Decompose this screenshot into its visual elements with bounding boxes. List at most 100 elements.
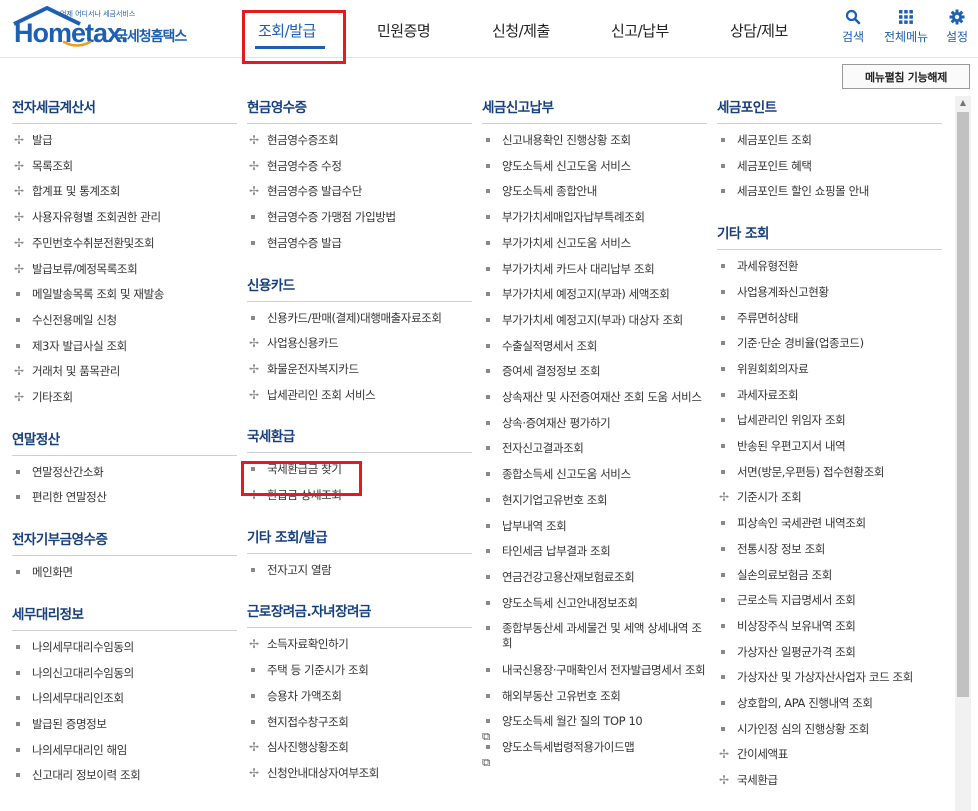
menu-item[interactable]: 주택 등 기준시가 조회 xyxy=(247,663,472,678)
gnb-tab-consult[interactable]: 상담/제보 xyxy=(730,20,788,41)
menu-item[interactable]: 기준·단순 경비율(업종코드) xyxy=(717,336,942,351)
menu-item[interactable]: 주류면허상태 xyxy=(717,311,942,326)
menu-item[interactable]: 신고대리 정보이력 조회 xyxy=(12,768,237,783)
scrollbar-thumb[interactable] xyxy=(957,112,969,697)
menu-item[interactable]: 종합부동산세 과세물건 및 세액 상세내역 조회 xyxy=(482,621,707,651)
menu-item[interactable]: 상속·증여재산 평가하기 xyxy=(482,416,707,431)
menu-item[interactable]: ✢ 화물운전자복지카드 xyxy=(247,362,472,377)
menu-item[interactable]: 부가가치세 카드사 대리납부 조회 xyxy=(482,262,707,277)
menu-expand-toggle-button[interactable]: 메뉴펼침 기능해제 xyxy=(842,64,970,89)
section-title[interactable]: 연말정산 xyxy=(12,428,237,456)
menu-item[interactable]: 나의세무대리인 해임 xyxy=(12,743,237,758)
menu-item[interactable]: 전자신고결과조회 xyxy=(482,441,707,456)
menu-item[interactable]: 반송된 우편고지서 내역 xyxy=(717,439,942,454)
menu-item[interactable]: ✢ 국세환급 xyxy=(717,773,942,788)
menu-item[interactable]: ✢ 사업용신용카드 xyxy=(247,336,472,351)
menu-item[interactable]: 피상속인 국세관련 내역조회 xyxy=(717,516,942,531)
menu-item[interactable]: 상속재산 및 사전증여재산 조회 도움 서비스 xyxy=(482,390,707,405)
menu-item[interactable]: 부가가치세 예정고지(부과) 세액조회 xyxy=(482,287,707,302)
menu-item[interactable]: ✢ 기타조회 xyxy=(12,390,237,405)
section-title[interactable]: 기타 조회 xyxy=(717,222,942,251)
menu-item[interactable]: 전자고지 열람 xyxy=(247,563,472,578)
menu-item[interactable]: 현지기업고유번호 조회 xyxy=(482,493,707,508)
section-title[interactable]: 신용카드 xyxy=(247,274,472,302)
menu-item[interactable]: ✢ 신청안내대상자여부조회 xyxy=(247,766,472,781)
section-title[interactable]: 근로장려금.자녀장려금 xyxy=(247,600,472,629)
menu-item[interactable]: 세금포인트 할인 쇼핑몰 안내 xyxy=(717,184,942,199)
section-title[interactable]: 국세환급 xyxy=(247,425,472,454)
menu-item[interactable]: ✢ 현금영수증 발급수단 xyxy=(247,184,472,199)
hometax-logo[interactable]: Hometax. 언제 어디서나 세금서비스 국세청홈택스 xyxy=(12,6,197,48)
section-title[interactable]: 세금포인트 xyxy=(717,96,942,124)
menu-item[interactable]: 현금영수증 발급 xyxy=(247,236,472,251)
menu-item[interactable]: 연금건강고용산재보험료조회 xyxy=(482,570,707,585)
settings-button[interactable]: 설정 xyxy=(946,8,968,45)
menu-item[interactable]: 전통시장 정보 조회 xyxy=(717,542,942,557)
menu-item[interactable]: 나의세무대리인조회 xyxy=(12,691,237,706)
menu-item[interactable]: 양도소득세 신고안내정보조회 xyxy=(482,596,707,611)
menu-item[interactable]: 제3자 발급사실 조회 xyxy=(12,339,237,354)
menu-item[interactable]: 현금영수증 가맹점 가입방법 xyxy=(247,210,472,225)
all-menu-button[interactable]: 전체메뉴 xyxy=(884,8,928,45)
section-title[interactable]: 세금신고납부 xyxy=(482,96,707,124)
menu-item[interactable]: 나의세무대리수임동의 xyxy=(12,640,237,655)
menu-item[interactable]: 증여세 결정정보 조회 xyxy=(482,364,707,379)
menu-item[interactable]: 수출실적명세서 조회 xyxy=(482,339,707,354)
menu-item[interactable]: ✢ 납세관리인 조회 서비스 xyxy=(247,388,472,403)
menu-item[interactable]: ✢ 기준시가 조회 xyxy=(717,490,942,505)
menu-item[interactable]: 발급된 증명정보 xyxy=(12,717,237,732)
menu-item[interactable]: 수신전용메일 신청 xyxy=(12,313,237,328)
menu-item[interactable]: 부가가치세매입자납부특례조회 xyxy=(482,210,707,225)
gnb-tab-certificate[interactable]: 민원증명 xyxy=(377,20,431,41)
menu-item[interactable]: 시가인정 심의 진행상황 조회 xyxy=(717,722,942,737)
menu-item[interactable]: 부가가치세 예정고지(부과) 대상자 조회 xyxy=(482,313,707,328)
menu-item[interactable]: 납세관리인 위임자 조회 xyxy=(717,413,942,428)
search-button[interactable]: 검색 xyxy=(842,8,864,45)
menu-item[interactable]: 부가가치세 신고도움 서비스 xyxy=(482,236,707,251)
menu-item[interactable]: ✢ 발급보류/예정목록조회 xyxy=(12,262,237,277)
gnb-tab-report-pay[interactable]: 신고/납부 xyxy=(611,20,669,41)
scroll-up-arrow-icon[interactable]: ▲ xyxy=(955,96,971,110)
menu-item[interactable]: ✢ 현금영수증조회 xyxy=(247,133,472,148)
gnb-tab-application[interactable]: 신청/제출 xyxy=(492,20,550,41)
menu-item[interactable]: 과세자료조회 xyxy=(717,388,942,403)
section-title[interactable]: 현금영수증 xyxy=(247,96,472,124)
menu-item[interactable]: ✢ 사용자유형별 조회권한 관리 xyxy=(12,210,237,225)
menu-item[interactable]: 해외부동산 고유번호 조회 xyxy=(482,689,707,704)
menu-item[interactable]: 편리한 연말정산 xyxy=(12,490,237,505)
menu-item[interactable]: 위원회회의자료 xyxy=(717,362,942,377)
menu-item[interactable]: 과세유형전환 xyxy=(717,259,942,274)
section-title[interactable]: 세무대리정보 xyxy=(12,603,237,631)
section-title[interactable]: 기타 조회/발급 xyxy=(247,526,472,554)
menu-item[interactable]: ✢ 거래처 및 품목관리 xyxy=(12,364,237,379)
menu-item[interactable]: ✢ 현금영수증 수정 xyxy=(247,159,472,174)
menu-item[interactable]: 신용카드/판매(결제)대행매출자료조회 xyxy=(247,311,472,326)
menu-item[interactable]: 승용차 가액조회 xyxy=(247,689,472,704)
menu-item[interactable]: ✢ 발급 xyxy=(12,133,237,148)
menu-item[interactable]: 가상자산 일평균가격 조회 xyxy=(717,645,942,660)
menu-item[interactable]: 납부내역 조회 xyxy=(482,519,707,534)
menu-item[interactable]: 세금포인트 조회 xyxy=(717,133,942,148)
menu-item[interactable]: 실손의료보험금 조회 xyxy=(717,568,942,583)
menu-item[interactable]: ✢ 간이세액표 xyxy=(717,747,942,762)
section-title[interactable]: 전자기부금영수증 xyxy=(12,528,237,557)
menu-item[interactable]: 서면(방문,우편등) 접수현황조회 xyxy=(717,465,942,480)
menu-item[interactable]: 연말정산간소화 xyxy=(12,465,237,480)
menu-item[interactable]: ✢ 소득자료확인하기 xyxy=(247,637,472,652)
menu-item[interactable]: 나의신고대리수임동의 xyxy=(12,666,237,681)
menu-item[interactable]: 사업용계좌신고현황 xyxy=(717,285,942,300)
menu-item[interactable]: ✢ 심사진행상황조회 xyxy=(247,740,472,755)
section-title[interactable]: 전자세금계산서 xyxy=(12,96,237,124)
menu-item[interactable]: 현지접수창구조회 xyxy=(247,715,472,730)
menu-item[interactable]: 신고내용확인 진행상황 조회 xyxy=(482,133,707,148)
menu-item[interactable]: 종합소득세 신고도움 서비스 xyxy=(482,467,707,482)
menu-item[interactable]: ✢ 목록조회 xyxy=(12,159,237,174)
menu-item[interactable]: 메인화면 xyxy=(12,565,237,580)
menu-item[interactable]: 상호합의, APA 진행내역 조회 xyxy=(717,696,942,711)
menu-item[interactable]: 양도소득세 종합안내 xyxy=(482,184,707,199)
menu-item[interactable]: 양도소득세법령적용가이드맵 ⧉ xyxy=(482,740,707,770)
menu-item[interactable]: 내국신용장·구매확인서 전자발급명세서 조회 xyxy=(482,663,707,678)
menu-item[interactable]: 비상장주식 보유내역 조회 xyxy=(717,619,942,634)
menu-item[interactable]: 근로소득 지급명세서 조회 xyxy=(717,593,942,608)
menu-item[interactable]: ✢ 주민번호수취분전환및조회 xyxy=(12,236,237,251)
